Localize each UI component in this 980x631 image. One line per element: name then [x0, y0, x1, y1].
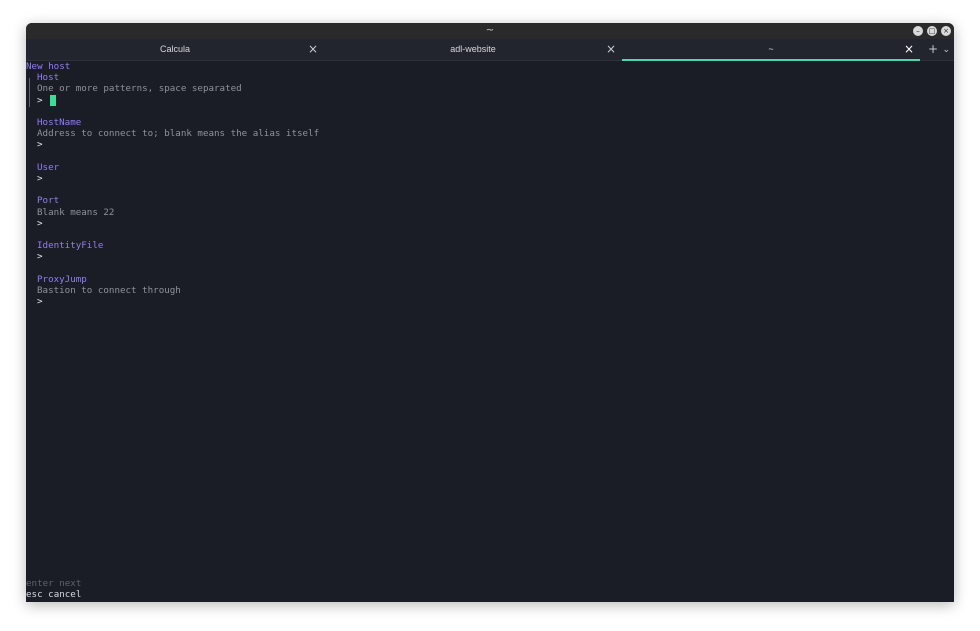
- identityfile-input[interactable]: >: [37, 251, 43, 262]
- field-description-proxyjump: Bastion to connect through: [37, 285, 181, 296]
- user-input[interactable]: >: [37, 173, 43, 184]
- terminal-window: ~ – □ × Calcula × adl-website × ~ × + ⌄ …: [26, 23, 954, 602]
- proxyjump-input[interactable]: >: [37, 296, 43, 307]
- terminal-content[interactable]: New host Host One or more patterns, spac…: [26, 61, 954, 602]
- window-title: ~: [485, 25, 495, 36]
- hostname-input[interactable]: >: [37, 139, 43, 150]
- tab-home[interactable]: ~ ×: [622, 39, 920, 61]
- text-cursor: [50, 94, 57, 106]
- tab-label: Calcula: [159, 44, 190, 54]
- close-tab-icon[interactable]: ×: [904, 42, 914, 56]
- field-description-hostname: Address to connect to; blank means the a…: [37, 128, 320, 140]
- prompt-symbol: >: [37, 296, 43, 308]
- port-input[interactable]: >: [37, 218, 43, 229]
- chevron-down-icon[interactable]: ⌄: [942, 43, 950, 57]
- field-label-host: Host: [37, 72, 60, 84]
- prompt-symbol: >: [37, 173, 43, 184]
- close-tab-icon[interactable]: ×: [308, 42, 318, 56]
- tab-calcula[interactable]: Calcula ×: [26, 39, 324, 60]
- field-label-port: Port: [37, 195, 60, 207]
- title-bar[interactable]: ~ – □ ×: [26, 23, 954, 39]
- help-next: enter next: [26, 578, 81, 589]
- help-key-esc: esc: [26, 589, 43, 601]
- prompt-symbol: >: [37, 94, 43, 106]
- form-title: New host: [26, 61, 71, 72]
- tab-adl-website[interactable]: adl-website ×: [324, 39, 622, 60]
- tab-label: adl-website: [450, 44, 496, 54]
- new-tab-icon[interactable]: +: [928, 42, 938, 56]
- minimize-button[interactable]: –: [913, 26, 923, 36]
- field-description-host: One or more patterns, space separated: [37, 83, 242, 95]
- field-label-hostname: HostName: [37, 117, 82, 128]
- prompt-symbol: >: [37, 217, 43, 229]
- field-label-identityfile: IdentityFile: [37, 240, 104, 252]
- field-label-user: User: [37, 161, 60, 173]
- help-key-enter: enter: [26, 578, 54, 589]
- help-action-next: next: [59, 578, 82, 589]
- prompt-symbol: >: [37, 251, 43, 263]
- maximize-button[interactable]: □: [927, 26, 937, 36]
- tab-label: ~: [768, 44, 774, 54]
- help-cancel: esc cancel: [26, 589, 81, 600]
- focused-field-indicator: [29, 78, 30, 107]
- prompt-symbol: >: [37, 139, 43, 151]
- help-action-cancel: cancel: [48, 589, 82, 601]
- close-tab-icon[interactable]: ×: [606, 42, 616, 56]
- host-input[interactable]: >: [37, 94, 57, 106]
- tab-bar: Calcula × adl-website × ~ × + ⌄: [26, 39, 954, 61]
- field-label-proxyjump: ProxyJump: [37, 273, 87, 285]
- close-window-button[interactable]: ×: [941, 26, 951, 36]
- field-description-port: Blank means 22: [37, 206, 115, 218]
